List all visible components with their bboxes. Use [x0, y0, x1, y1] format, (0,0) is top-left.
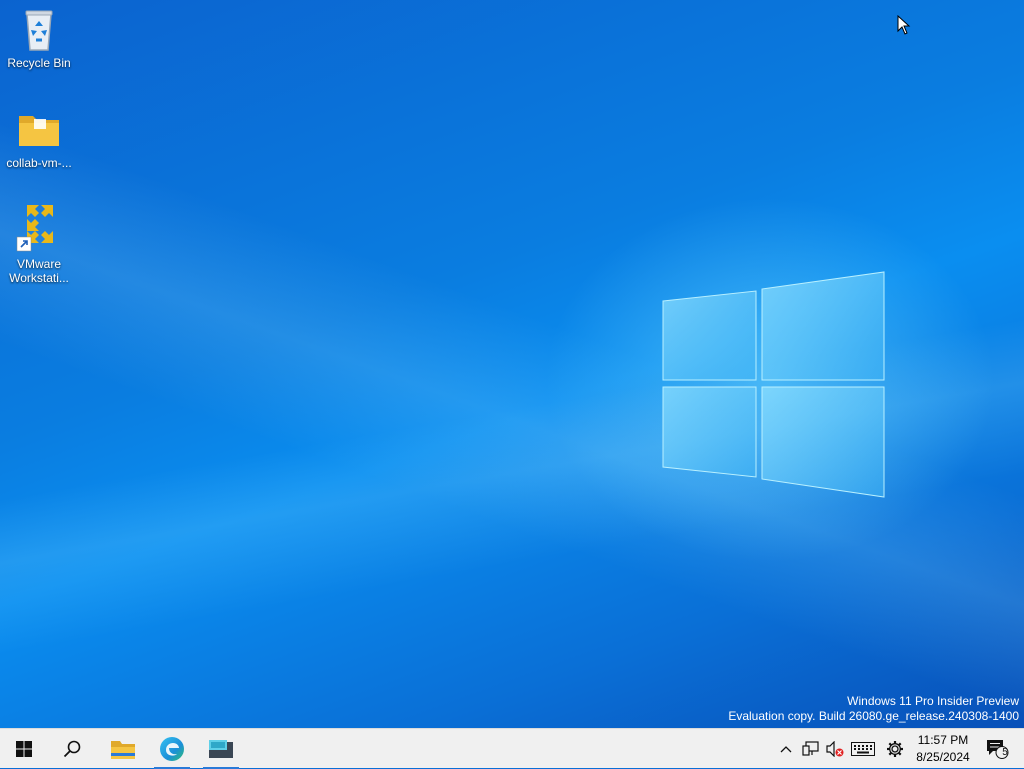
edge-button[interactable] [150, 729, 194, 769]
search-button[interactable] [50, 729, 94, 769]
evaluation-watermark: Windows 11 Pro Insider Preview Evaluatio… [728, 694, 1019, 724]
volume-muted-icon [826, 741, 844, 757]
watermark-line-1: Windows 11 Pro Insider Preview [847, 694, 1019, 708]
recycle-bin-icon [15, 6, 63, 54]
vmware-app-icon [209, 740, 233, 758]
desktop-icon-label: VMware Workstati... [9, 257, 69, 285]
volume-button[interactable] [824, 729, 846, 769]
start-icon [16, 741, 32, 757]
action-center-button[interactable]: 5 [982, 729, 1012, 769]
search-icon [63, 740, 81, 758]
desktop-icon-recycle-bin[interactable]: Recycle Bin [1, 6, 77, 70]
watermark-line-2: Evaluation copy. Build 26080.ge_release.… [728, 709, 1019, 723]
vmware-app-button[interactable] [199, 729, 243, 769]
clock-time: 11:57 PM [917, 733, 969, 747]
settings-icon [887, 741, 903, 757]
taskbar: 11:57 PM 8/25/2024 5 [0, 728, 1024, 769]
clock-date: 8/25/2024 [916, 750, 970, 764]
desktop[interactable]: Recycle Bin collab-vm-... VMware Worksta… [0, 0, 1024, 728]
vmware-icon [15, 203, 63, 252]
taskbar-clock[interactable]: 11:57 PM 8/25/2024 [908, 732, 978, 766]
network-icon [802, 741, 819, 756]
settings-button[interactable] [884, 729, 906, 769]
show-hidden-icons-button[interactable] [777, 729, 795, 769]
notification-count: 5 [1002, 747, 1008, 758]
edge-icon [160, 737, 184, 761]
folder-icon [15, 106, 63, 154]
file-explorer-button[interactable] [101, 729, 145, 769]
desktop-icon-label: Recycle Bin [7, 56, 71, 70]
windows-logo-wallpaper [662, 271, 885, 498]
start-button[interactable] [2, 729, 46, 769]
keyboard-icon [851, 742, 875, 756]
desktop-icon-collab-vm-folder[interactable]: collab-vm-... [1, 106, 77, 170]
network-button[interactable] [800, 729, 822, 769]
chevron-up-icon [780, 746, 792, 753]
file-explorer-icon [111, 741, 135, 759]
mouse-cursor-icon [897, 15, 911, 35]
desktop-icon-label: collab-vm-... [6, 156, 72, 170]
touch-keyboard-button[interactable] [849, 729, 877, 769]
desktop-icon-vmware-workstation[interactable]: VMware Workstati... [1, 203, 77, 285]
